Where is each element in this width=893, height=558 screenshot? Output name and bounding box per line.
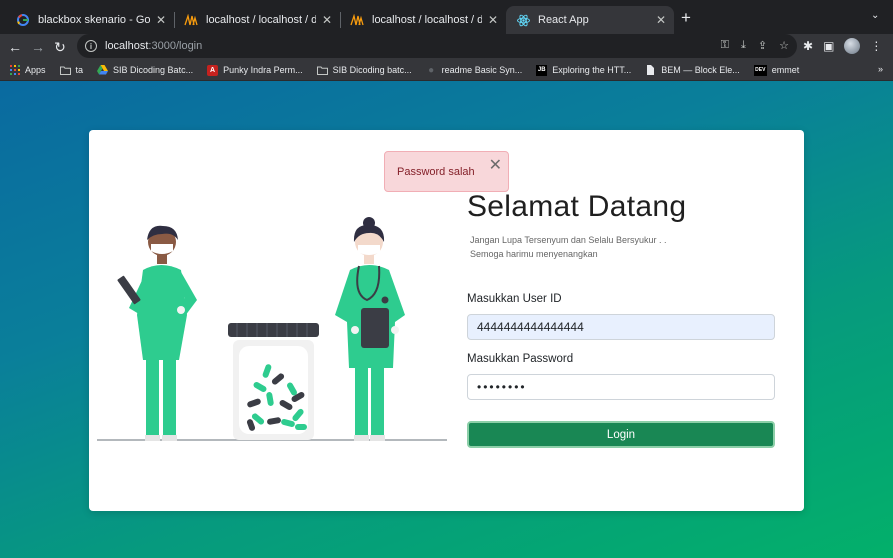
doctors-illustration bbox=[97, 217, 447, 441]
bookmark-label: SIB Dicoding Batc... bbox=[113, 65, 194, 75]
subtitle-line-1: Jangan Lupa Tersenyum dan Selalu Bersyuk… bbox=[470, 235, 667, 245]
bookmark-ta[interactable]: ta bbox=[59, 65, 84, 76]
drive-icon bbox=[97, 65, 109, 76]
jb-icon: JB bbox=[536, 64, 548, 76]
user-id-label: Masukkan User ID bbox=[467, 293, 562, 305]
pill-jar bbox=[228, 323, 319, 440]
folder-icon bbox=[59, 65, 71, 76]
apps-grid-icon bbox=[9, 65, 20, 76]
close-icon[interactable]: ✕ bbox=[489, 158, 502, 174]
login-button[interactable]: Login bbox=[467, 421, 775, 448]
bookmark-punky-pdf[interactable]: A Punky Indra Perm... bbox=[207, 64, 303, 76]
tab-google-doc[interactable]: blackbox skenario - Google Pe ✕ bbox=[6, 6, 174, 34]
bookmark-sib-drive[interactable]: SIB Dicoding Batc... bbox=[97, 65, 193, 76]
folder-icon bbox=[316, 65, 328, 76]
bookmark-emmet[interactable]: DEV emmet bbox=[753, 64, 800, 76]
tab-title: localhost / localhost / db_antri bbox=[206, 14, 316, 26]
close-icon[interactable]: ✕ bbox=[656, 13, 666, 27]
tab-strip: blackbox skenario - Google Pe ✕ localhos… bbox=[0, 0, 893, 34]
bookmark-label: ta bbox=[75, 65, 84, 75]
side-panel-icon[interactable]: ▣ bbox=[823, 39, 834, 53]
tab-title: React App bbox=[538, 14, 589, 26]
password-value: •••••••• bbox=[477, 380, 527, 394]
bookmark-exploring-http[interactable]: JB Exploring the HTT... bbox=[536, 64, 632, 76]
bookmark-star-icon[interactable]: ☆ bbox=[779, 39, 789, 52]
user-id-input[interactable]: 4444444444444444 bbox=[467, 314, 775, 340]
bookmark-apps[interactable]: Apps bbox=[9, 65, 46, 76]
phpmyadmin-icon bbox=[350, 13, 364, 27]
bookmark-bem[interactable]: BEM — Block Ele... bbox=[645, 65, 740, 76]
bookmark-readme[interactable]: ● readme Basic Syn... bbox=[426, 64, 523, 76]
pdf-icon: A bbox=[207, 64, 219, 76]
close-icon[interactable]: ✕ bbox=[488, 13, 498, 27]
user-id-value: 4444444444444444 bbox=[477, 320, 584, 334]
kebab-menu-icon[interactable]: ⋮ bbox=[870, 39, 882, 53]
phpmyadmin-icon bbox=[184, 13, 198, 27]
page-background: Password salah ✕ Selamat Datang Jangan L… bbox=[0, 81, 893, 558]
bookmark-label: readme Basic Syn... bbox=[441, 65, 523, 75]
reload-icon[interactable]: ↻ bbox=[50, 37, 70, 57]
github-icon: ● bbox=[428, 64, 435, 76]
bookmark-sib-folder[interactable]: SIB Dicoding batc... bbox=[316, 65, 412, 76]
tab-phpmyadmin-2[interactable]: localhost / localhost / db_antri ✕ bbox=[340, 6, 506, 34]
browser-toolbar: ← → ↻ i localhost:3000/login ⚿ ⤓ ⇪ ☆ ✱ ▣… bbox=[0, 34, 893, 60]
alert-message: Password salah bbox=[397, 165, 475, 178]
bookmark-label: Punky Indra Perm... bbox=[223, 65, 303, 75]
back-arrow-icon[interactable]: ← bbox=[5, 37, 25, 57]
right-doctor-figure bbox=[335, 217, 405, 441]
bookmarks-bar: Apps ta SIB Dicoding Batc... A Punky Ind… bbox=[0, 60, 893, 81]
share-icon[interactable]: ⇪ bbox=[758, 39, 767, 52]
bookmark-label: SIB Dicoding batc... bbox=[332, 65, 412, 75]
install-app-icon[interactable]: ⤓ bbox=[741, 39, 746, 52]
bookmark-label: Exploring the HTT... bbox=[552, 65, 632, 75]
password-input[interactable]: •••••••• bbox=[467, 374, 775, 400]
extensions-puzzle-icon[interactable]: ✱ bbox=[803, 39, 813, 53]
page-title: Selamat Datang bbox=[467, 190, 687, 223]
subtitle-line-2: Semoga harimu menyenangkan bbox=[470, 249, 598, 259]
tab-title: blackbox skenario - Google Pe bbox=[38, 14, 150, 26]
url-path: :3000/login bbox=[148, 40, 203, 52]
dev-icon: DEV bbox=[753, 64, 767, 76]
bookmarks-overflow-icon[interactable]: » bbox=[878, 64, 883, 74]
bookmark-label: Apps bbox=[25, 65, 46, 75]
address-bar[interactable]: i localhost:3000/login ⚿ ⤓ ⇪ ☆ bbox=[77, 34, 797, 58]
close-icon[interactable]: ✕ bbox=[322, 13, 332, 27]
bookmark-label: emmet bbox=[771, 65, 800, 75]
google-icon bbox=[16, 13, 30, 27]
key-icon[interactable]: ⚿ bbox=[721, 39, 729, 52]
site-info-icon[interactable]: i bbox=[85, 40, 97, 52]
left-doctor-figure bbox=[117, 225, 197, 441]
login-card: Password salah ✕ Selamat Datang Jangan L… bbox=[89, 130, 804, 511]
profile-avatar[interactable] bbox=[844, 38, 861, 54]
forward-arrow-icon[interactable]: → bbox=[28, 37, 48, 57]
bem-icon bbox=[645, 65, 656, 76]
welcome-subtitle: Jangan Lupa Tersenyum dan Selalu Bersyuk… bbox=[470, 233, 666, 261]
new-tab-plus-icon[interactable]: + bbox=[681, 9, 691, 26]
tab-react-app[interactable]: React App ✕ bbox=[506, 6, 674, 34]
tab-search-chevron-icon[interactable]: ⌄ bbox=[871, 10, 879, 21]
tab-phpmyadmin-1[interactable]: localhost / localhost / db_antri ✕ bbox=[174, 6, 340, 34]
password-label: Masukkan Password bbox=[467, 353, 574, 365]
react-icon bbox=[516, 13, 530, 27]
url-host: localhost bbox=[105, 40, 149, 52]
bookmark-label: BEM — Block Ele... bbox=[661, 65, 740, 75]
close-icon[interactable]: ✕ bbox=[156, 13, 166, 27]
tab-title: localhost / localhost / db_antri bbox=[372, 14, 482, 26]
error-alert: Password salah ✕ bbox=[384, 151, 509, 192]
